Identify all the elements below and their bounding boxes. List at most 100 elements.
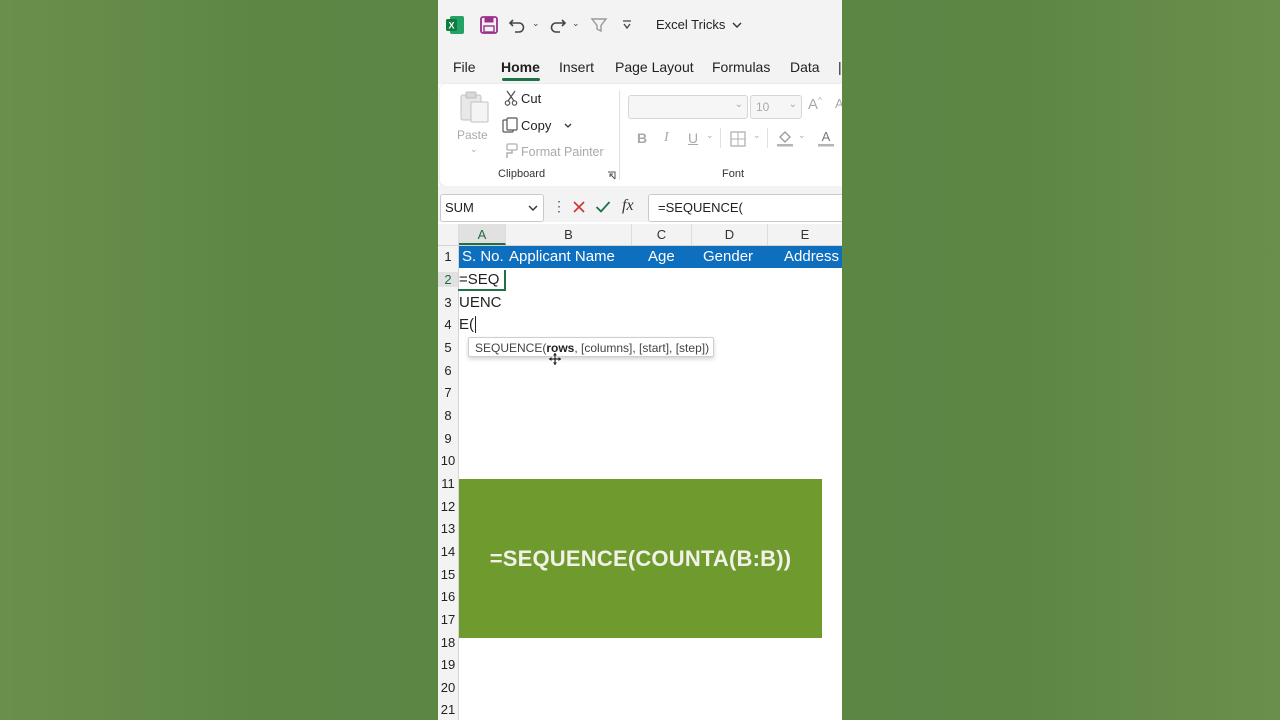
name-box-value: SUM [445, 200, 474, 215]
row-header[interactable]: 18 [438, 635, 458, 650]
cell-a2[interactable]: =SEQ [459, 271, 499, 288]
header-cell-applicant-name[interactable]: Applicant Name [509, 248, 615, 265]
move-cursor-icon [549, 353, 561, 365]
header-cell-sno[interactable]: S. No. [462, 248, 504, 265]
active-tab-indicator [502, 78, 540, 81]
separator [720, 128, 721, 148]
tab-data[interactable]: Data [790, 59, 820, 75]
select-all-corner[interactable] [438, 224, 459, 245]
text-cursor [475, 316, 476, 333]
row-header[interactable]: 9 [438, 431, 458, 446]
row-header[interactable]: 5 [438, 340, 458, 355]
underline-button[interactable]: U [688, 130, 698, 146]
ribbon-home: Paste ⌄ Cut Copy Format Painter Clipboar… [440, 84, 842, 186]
chevron-down-icon [732, 22, 742, 28]
copy-button[interactable]: Copy [500, 116, 576, 136]
paste-button[interactable]: Paste ⌄ [454, 90, 494, 160]
increase-font-icon[interactable]: A^ [808, 96, 822, 113]
chevron-down-icon [528, 205, 538, 211]
copy-label: Copy [521, 118, 552, 133]
header-cell-age[interactable]: Age [648, 248, 675, 265]
format-painter-button[interactable]: Format Painter [502, 142, 612, 162]
format-painter-icon [506, 143, 518, 158]
table-header-row: S. No. Applicant Name Age Gender Address [459, 246, 842, 268]
borders-icon[interactable] [730, 131, 746, 147]
column-header-e[interactable]: E [768, 224, 842, 245]
bold-button[interactable]: B [637, 130, 647, 146]
row-header[interactable]: 10 [438, 453, 458, 468]
tab-file[interactable]: File [453, 59, 476, 75]
font-size-dropdown[interactable]: 10 ⌄ [750, 95, 802, 119]
document-title[interactable]: Excel Tricks [656, 17, 742, 32]
scissors-icon [504, 90, 518, 106]
more-options-icon[interactable]: ⋮ [552, 198, 566, 215]
cell-a3[interactable]: UENC [459, 294, 502, 311]
cancel-icon[interactable] [572, 200, 586, 214]
borders-dropdown-icon[interactable]: ⌄ [753, 130, 761, 141]
enter-check-icon[interactable] [595, 200, 611, 214]
formula-input[interactable]: =SEQUENCE( [648, 194, 842, 222]
column-header-c[interactable]: C [632, 224, 692, 245]
banner-formula-text: =SEQUENCE(COUNTA(B:B)) [489, 545, 792, 571]
row-header[interactable]: 8 [438, 408, 458, 423]
font-name-dropdown[interactable]: ⌄ [628, 95, 748, 119]
svg-text:X: X [448, 21, 454, 31]
paste-icon [460, 91, 489, 123]
row-header[interactable]: 14 [438, 544, 458, 559]
font-group-label: Font [722, 168, 745, 180]
copy-icon [502, 117, 518, 133]
filter-icon[interactable] [588, 14, 610, 36]
row-header[interactable]: 6 [438, 363, 458, 378]
underline-dropdown-icon[interactable]: ⌄ [706, 130, 714, 141]
row-header[interactable]: 2 [438, 272, 458, 287]
worksheet-grid[interactable]: A B C D E 1 2 3 4 5 6 7 8 9 10 11 12 13 … [438, 224, 842, 720]
font-color-icon[interactable]: A [817, 129, 835, 147]
undo-icon[interactable] [506, 14, 528, 36]
formula-value: =SEQUENCE( [658, 200, 743, 215]
header-cell-gender[interactable]: Gender [703, 248, 753, 265]
fill-color-dropdown-icon[interactable]: ⌄ [798, 130, 806, 141]
save-icon[interactable] [478, 14, 500, 36]
column-header-a[interactable]: A [459, 224, 506, 245]
paste-dropdown-icon: ⌄ [470, 144, 478, 154]
function-tooltip[interactable]: SEQUENCE(rows, [columns], [start], [step… [468, 337, 714, 357]
row-header[interactable]: 15 [438, 567, 458, 582]
undo-dropdown-icon[interactable]: ⌄ [532, 18, 540, 29]
redo-dropdown-icon[interactable]: ⌄ [572, 18, 580, 29]
dialog-launcher-icon[interactable] [607, 171, 616, 180]
column-header-d[interactable]: D [692, 224, 768, 245]
row-header[interactable]: 11 [438, 476, 458, 491]
row-header[interactable]: 21 [438, 702, 458, 717]
tab-insert[interactable]: Insert [559, 59, 594, 75]
customize-qat-icon[interactable] [616, 14, 638, 36]
row-header[interactable]: 19 [438, 657, 458, 672]
row-header[interactable]: 16 [438, 589, 458, 604]
fill-color-icon[interactable] [776, 129, 794, 147]
header-cell-address[interactable]: Address [784, 248, 839, 265]
row-header[interactable]: 13 [438, 521, 458, 536]
redo-icon[interactable] [547, 14, 569, 36]
tab-page-layout[interactable]: Page Layout [615, 59, 694, 75]
row-header[interactable]: 7 [438, 385, 458, 400]
formula-banner: =SEQUENCE(COUNTA(B:B)) [459, 479, 822, 638]
italic-button[interactable]: I [664, 130, 669, 146]
row-header[interactable]: 3 [438, 295, 458, 310]
cut-button[interactable]: Cut [502, 89, 562, 109]
insert-function-icon[interactable]: fx [622, 197, 634, 215]
row-header[interactable]: 20 [438, 680, 458, 695]
row-header[interactable]: 12 [438, 499, 458, 514]
tab-home[interactable]: Home [501, 59, 540, 75]
tab-formulas[interactable]: Formulas [712, 59, 770, 75]
row-header[interactable]: 1 [438, 249, 458, 264]
name-box[interactable]: SUM [440, 194, 544, 222]
cell-a4[interactable]: E( [459, 316, 476, 333]
row-header[interactable]: 4 [438, 317, 458, 332]
copy-dropdown-icon[interactable] [564, 123, 572, 129]
row-header[interactable]: 17 [438, 612, 458, 627]
excel-logo-icon: X [444, 14, 466, 36]
decrease-font-icon[interactable]: A [835, 96, 842, 111]
chevron-down-icon: ⌄ [788, 99, 797, 110]
ribbon-spacer [438, 186, 842, 194]
column-header-b[interactable]: B [506, 224, 632, 245]
title-bar: X ⌄ ⌄ Excel Tricks [438, 0, 842, 50]
